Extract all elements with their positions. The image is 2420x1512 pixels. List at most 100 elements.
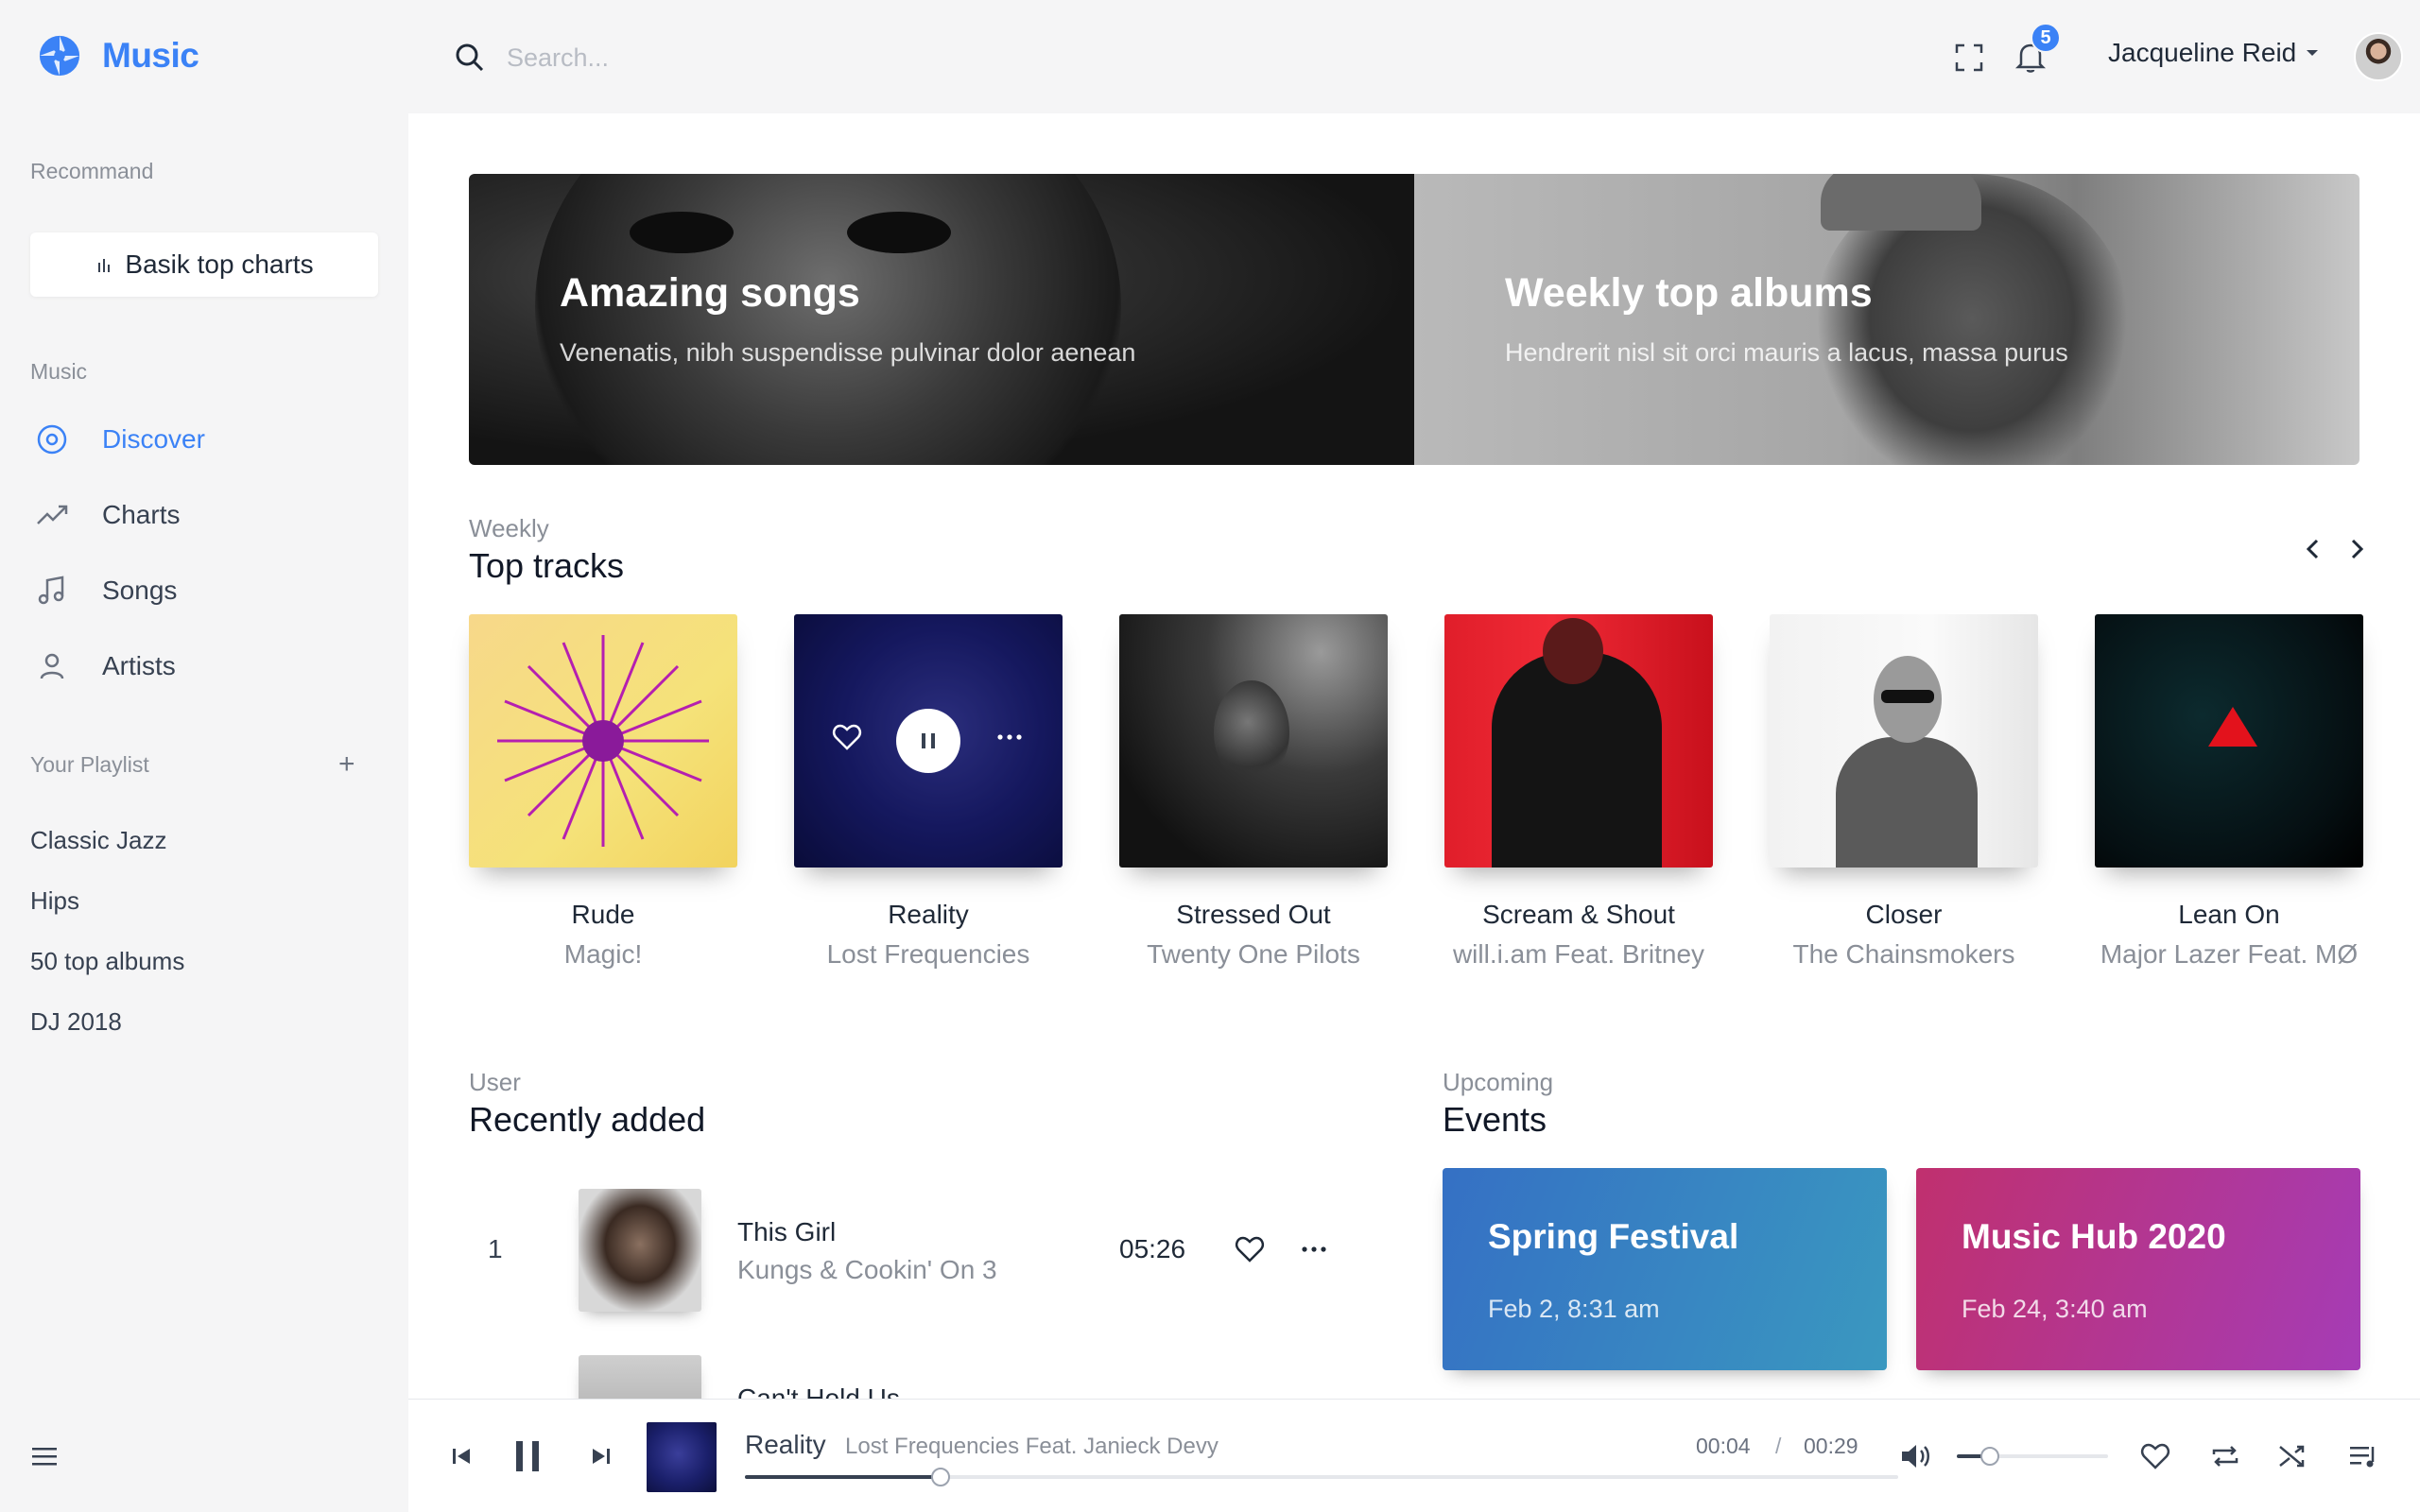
nav-artists-label: Artists <box>102 651 176 680</box>
row-cover[interactable] <box>579 1189 701 1312</box>
track-cover[interactable] <box>2095 614 2363 868</box>
total-time: 00:29 <box>1804 1434 1858 1458</box>
banner-weekly-top-albums[interactable]: Weekly top albums Hendrerit nisl sit orc… <box>1414 174 2360 465</box>
track-card[interactable]: Reality Lost Frequencies <box>794 614 1063 970</box>
pause-icon <box>922 733 935 748</box>
track-cover[interactable] <box>1770 614 2038 868</box>
track-title[interactable]: Scream & Shout <box>1444 900 1713 930</box>
banner-eye-right <box>847 212 951 253</box>
heart-icon[interactable] <box>2138 1439 2172 1473</box>
more-icon[interactable] <box>1297 1232 1331 1266</box>
pause-icon[interactable] <box>509 1437 546 1475</box>
event-date: Feb 2, 8:31 am <box>1488 1295 1660 1323</box>
banner-subtitle: Venenatis, nibh suspendisse pulvinar dol… <box>560 338 1136 367</box>
track-artist[interactable]: Lost Frequencies <box>794 939 1063 970</box>
skip-forward-icon[interactable] <box>588 1443 614 1469</box>
queue-icon[interactable] <box>2346 1439 2380 1473</box>
track-artist[interactable]: Magic! <box>469 939 737 970</box>
event-card[interactable]: Music Hub 2020 Feb 24, 3:40 am <box>1916 1168 2360 1370</box>
progress-bar[interactable] <box>745 1468 1898 1486</box>
aperture-logo-icon <box>39 35 80 77</box>
volume-icon[interactable] <box>1898 1439 1932 1473</box>
banner-title: Amazing songs <box>560 270 860 316</box>
track-title[interactable]: Lean On <box>2095 900 2363 930</box>
caret-down-icon <box>2307 50 2319 56</box>
event-card[interactable]: Spring Festival Feb 2, 8:31 am <box>1443 1168 1887 1370</box>
row-artist[interactable]: Kungs & Cookin' On 3 <box>737 1255 997 1285</box>
event-date: Feb 24, 3:40 am <box>1962 1295 2148 1323</box>
banner-cap <box>1821 174 1981 231</box>
more-icon[interactable] <box>993 720 1027 754</box>
banner-title: Weekly top albums <box>1505 270 1873 316</box>
track-cover[interactable] <box>1444 614 1713 868</box>
track-title[interactable]: Stressed Out <box>1119 900 1388 930</box>
track-cover[interactable] <box>469 614 737 868</box>
recently-added-kicker: User <box>469 1068 521 1096</box>
track-artist[interactable]: Major Lazer Feat. MØ <box>2095 939 2363 970</box>
app-name: Music <box>102 36 199 75</box>
track-card[interactable]: Rude Magic! <box>469 614 737 970</box>
nav-songs[interactable]: Songs <box>34 573 177 609</box>
now-playing-cover[interactable] <box>647 1422 717 1492</box>
brand[interactable]: Music <box>38 34 199 77</box>
nav-discover[interactable]: Discover <box>34 421 205 457</box>
fullscreen-icon[interactable] <box>1953 42 1985 74</box>
skip-back-icon[interactable] <box>448 1443 475 1469</box>
hamburger-menu-icon[interactable] <box>30 1442 59 1470</box>
track-card[interactable]: Lean On Major Lazer Feat. MØ <box>2095 614 2363 970</box>
search-icon[interactable] <box>454 42 486 74</box>
top-charts-button[interactable]: Basik top charts <box>30 232 378 297</box>
track-title[interactable]: Reality <box>794 900 1063 930</box>
user-menu[interactable]: Jacqueline Reid <box>2108 38 2319 68</box>
row-title[interactable]: Can't Hold Us <box>737 1383 900 1399</box>
pause-button[interactable] <box>896 709 960 773</box>
track-card[interactable]: Stressed Out Twenty One Pilots <box>1119 614 1388 970</box>
now-playing-title: Reality <box>745 1430 826 1459</box>
repeat-icon[interactable] <box>2208 1439 2242 1473</box>
track-title[interactable]: Rude <box>469 900 737 930</box>
cover-figure <box>1492 652 1662 868</box>
track-card[interactable]: Closer The Chainsmokers <box>1770 614 2038 970</box>
chevron-right-icon[interactable] <box>2342 535 2371 563</box>
table-row[interactable]: Can't Hold Us <box>469 1355 1339 1399</box>
row-title[interactable]: This Girl <box>737 1217 836 1247</box>
track-title[interactable]: Closer <box>1770 900 2038 930</box>
heart-icon[interactable] <box>830 720 864 754</box>
track-card[interactable]: Scream & Shout will.i.am Feat. Britney <box>1444 614 1713 970</box>
heart-icon[interactable] <box>1233 1232 1267 1266</box>
progress-knob[interactable] <box>931 1468 951 1486</box>
track-artist[interactable]: The Chainsmokers <box>1770 939 2038 970</box>
playlist-item[interactable]: DJ 2018 <box>30 1007 122 1037</box>
banner-subtitle: Hendrerit nisl sit orci mauris a lacus, … <box>1505 338 2068 367</box>
track-artist[interactable]: will.i.am Feat. Britney <box>1444 939 1713 970</box>
user-icon <box>40 653 64 679</box>
volume-slider[interactable] <box>1957 1447 2108 1466</box>
progress-fill <box>745 1475 942 1479</box>
top-bar: 5 Jacqueline Reid <box>408 0 2420 113</box>
avatar[interactable] <box>2354 32 2403 81</box>
nav-artists[interactable]: Artists <box>34 648 176 684</box>
banner-eye-left <box>630 212 734 253</box>
banner-amazing-songs[interactable]: Amazing songs Venenatis, nibh suspendiss… <box>469 174 1414 465</box>
track-artist[interactable]: Twenty One Pilots <box>1119 939 1388 970</box>
volume-knob[interactable] <box>1980 1447 2000 1466</box>
top-tracks-kicker: Weekly <box>469 514 549 542</box>
track-cover[interactable] <box>1119 614 1388 868</box>
playlist-item[interactable]: Hips <box>30 886 79 916</box>
playlist-item[interactable]: Classic Jazz <box>30 826 166 855</box>
playlist-item[interactable]: 50 top albums <box>30 947 184 976</box>
add-playlist-button[interactable]: + <box>338 748 355 781</box>
search-input[interactable] <box>507 36 1074 79</box>
disc-icon <box>37 424 67 455</box>
player-bar: Reality Lost Frequencies Feat. Janieck D… <box>408 1399 2420 1512</box>
nav-charts[interactable]: Charts <box>34 497 180 533</box>
bar-chart-icon <box>98 259 111 272</box>
chevron-left-icon[interactable] <box>2299 535 2327 563</box>
section-playlist-label: Your Playlist <box>30 752 149 777</box>
table-row[interactable]: 1 This Girl Kungs & Cookin' On 3 05:26 <box>469 1189 1339 1312</box>
sidebar: Music Recommand Basik top charts Music D… <box>0 0 408 1512</box>
row-cover[interactable] <box>579 1355 701 1399</box>
shuffle-icon[interactable] <box>2276 1439 2310 1473</box>
track-cover[interactable] <box>794 614 1063 868</box>
top-charts-label: Basik top charts <box>125 249 314 279</box>
